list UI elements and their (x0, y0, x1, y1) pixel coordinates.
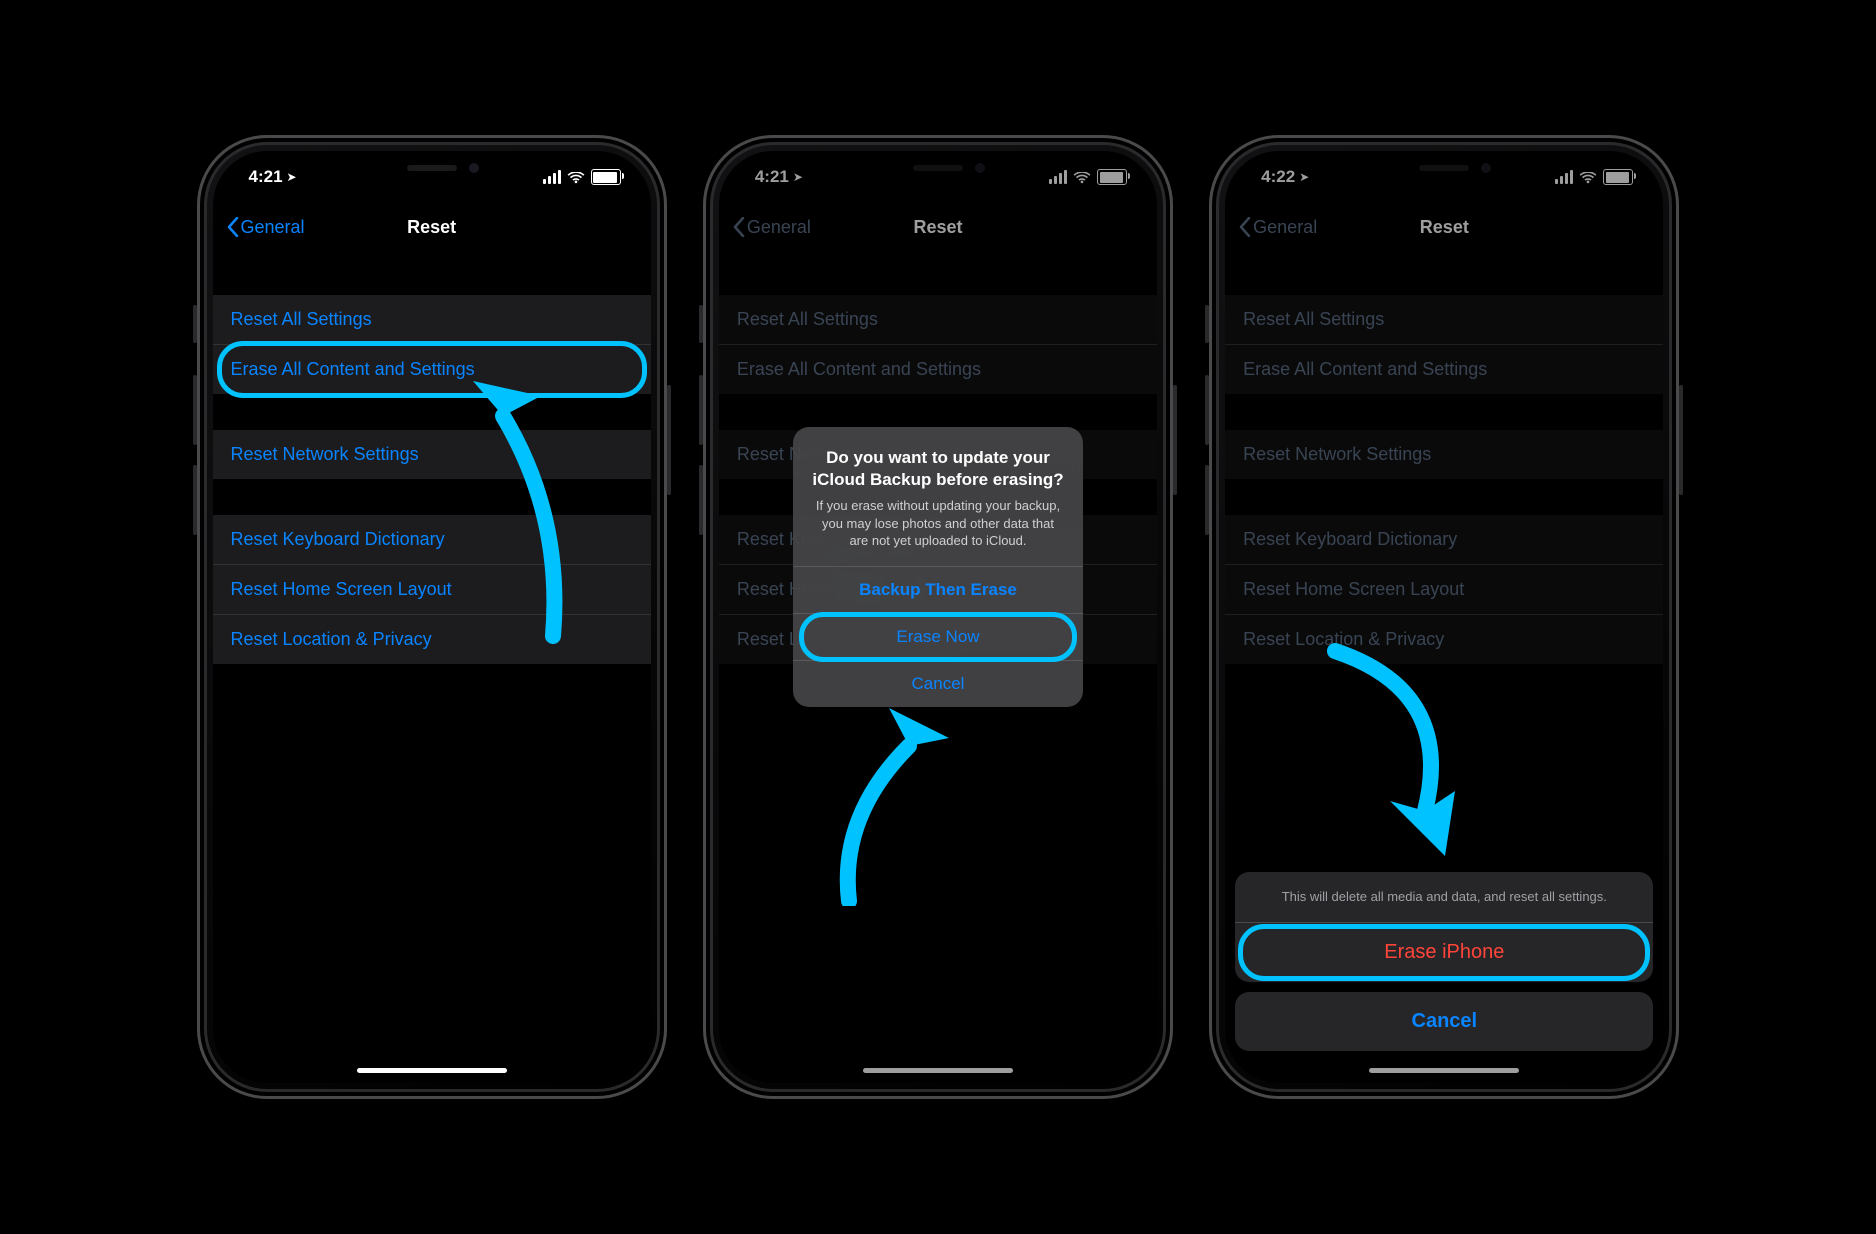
cell-reset-network[interactable]: Reset Network Settings (213, 430, 651, 479)
phone-1: 4:21 ➤ General Reset Reset All Settings E… (197, 135, 667, 1099)
cell-reset-home-screen[interactable]: Reset Home Screen Layout (213, 564, 651, 614)
nav-bar: General Reset (213, 203, 651, 251)
alert-erase-now-button[interactable]: Erase Now (793, 613, 1083, 660)
location-arrow-icon: ➤ (287, 170, 297, 184)
back-label: General (241, 217, 305, 238)
back-button[interactable]: General (227, 217, 305, 238)
sheet-erase-iphone-button[interactable]: Erase iPhone (1235, 922, 1653, 982)
phone-2: 4:21➤ General Reset Reset All Settings E… (703, 135, 1173, 1099)
alert-backup-then-erase-button[interactable]: Backup Then Erase (793, 566, 1083, 613)
chevron-left-icon (227, 217, 239, 237)
alert-dialog: Do you want to update your iCloud Backup… (793, 427, 1083, 707)
notch (327, 151, 537, 185)
status-time: 4:21 (249, 167, 283, 187)
cell-reset-all-settings[interactable]: Reset All Settings (213, 295, 651, 344)
cell-erase-all-content[interactable]: Erase All Content and Settings (213, 344, 651, 394)
sheet-cancel-button[interactable]: Cancel (1235, 992, 1653, 1051)
cell-reset-keyboard[interactable]: Reset Keyboard Dictionary (213, 515, 651, 564)
cellular-icon (543, 170, 561, 184)
alert-body: If you erase without updating your backu… (811, 497, 1065, 550)
cell-reset-location-privacy[interactable]: Reset Location & Privacy (213, 614, 651, 664)
home-indicator[interactable] (357, 1068, 507, 1073)
battery-icon (591, 169, 621, 185)
wifi-icon (567, 170, 585, 184)
sheet-message: This will delete all media and data, and… (1235, 872, 1653, 922)
alert-cancel-button[interactable]: Cancel (793, 660, 1083, 707)
alert-title: Do you want to update your iCloud Backup… (811, 447, 1065, 491)
action-sheet: This will delete all media and data, and… (1235, 872, 1653, 1051)
phone-3: 4:22➤ General Reset Reset All Settings E… (1209, 135, 1679, 1099)
